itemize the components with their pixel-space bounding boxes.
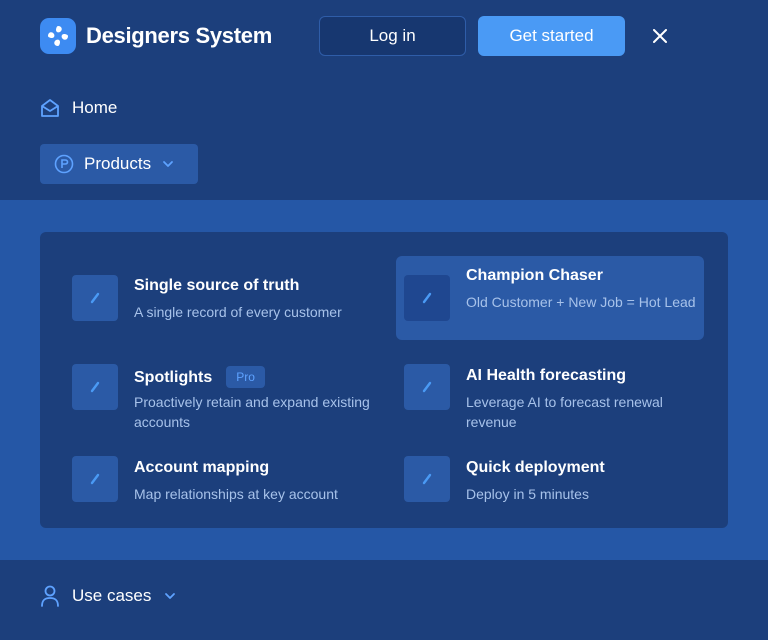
product-item-spotlights[interactable]: Spotlights Pro Proactively retain and exp… [64, 346, 372, 430]
nav-products-label: Products [84, 154, 152, 173]
chevron-down-icon [161, 157, 175, 171]
product-desc: A single record of every customer [134, 304, 342, 320]
product-desc: Map relationships at key account [134, 486, 338, 502]
product-desc: Proactively retain and expand existing a… [134, 394, 370, 430]
user-icon [40, 585, 60, 607]
product-title-text: Spotlights [134, 369, 213, 386]
product-title: Champion Chaser [466, 267, 603, 284]
pencil-icon [72, 275, 118, 321]
product-title: Account mapping [134, 459, 270, 476]
home-icon [40, 98, 60, 118]
product-desc: Old Customer + New Job = Hot Lead [466, 294, 696, 310]
pencil-icon [72, 456, 118, 502]
product-desc: Leverage AI to forecast renewal revenue [466, 394, 663, 430]
product-item-single-source[interactable]: Single source of truth A single record o… [64, 256, 372, 340]
product-desc: Deploy in 5 minutes [466, 486, 589, 502]
swirl-logo-icon[interactable] [40, 18, 76, 54]
top-bar: Designers System Log in Get started [0, 0, 768, 72]
pencil-icon [72, 364, 118, 410]
close-icon[interactable] [648, 24, 672, 48]
nav-home[interactable]: Home [40, 94, 117, 122]
product-title: Quick deployment [466, 459, 605, 476]
products-icon [54, 154, 74, 174]
pencil-icon [404, 364, 450, 410]
brand-name[interactable]: Designers System [86, 22, 272, 50]
product-title: Spotlights Pro [134, 366, 265, 388]
product-title: Single source of truth [134, 277, 300, 294]
product-title: AI Health forecasting [466, 367, 627, 384]
pencil-icon [404, 456, 450, 502]
pro-badge: Pro [226, 366, 265, 388]
product-item-champion-chaser[interactable]: Champion Chaser Old Customer + New Job =… [396, 256, 704, 340]
get-started-button[interactable]: Get started [478, 16, 625, 56]
chevron-down-icon [163, 589, 177, 603]
nav-use-cases-label: Use cases [72, 586, 152, 605]
products-dropdown-panel: Single source of truth A single record o… [40, 232, 728, 528]
product-item-quick-deployment[interactable]: Quick deployment Deploy in 5 minutes [396, 438, 704, 522]
login-button[interactable]: Log in [319, 16, 466, 56]
pencil-icon [404, 275, 450, 321]
product-item-account-mapping[interactable]: Account mapping Map relationships at key… [64, 438, 372, 522]
nav-products[interactable]: Products [40, 144, 198, 184]
nav-home-label: Home [72, 98, 118, 117]
product-item-ai-health[interactable]: AI Health forecasting Leverage AI to for… [396, 346, 704, 430]
nav-use-cases[interactable]: Use cases [40, 582, 177, 610]
